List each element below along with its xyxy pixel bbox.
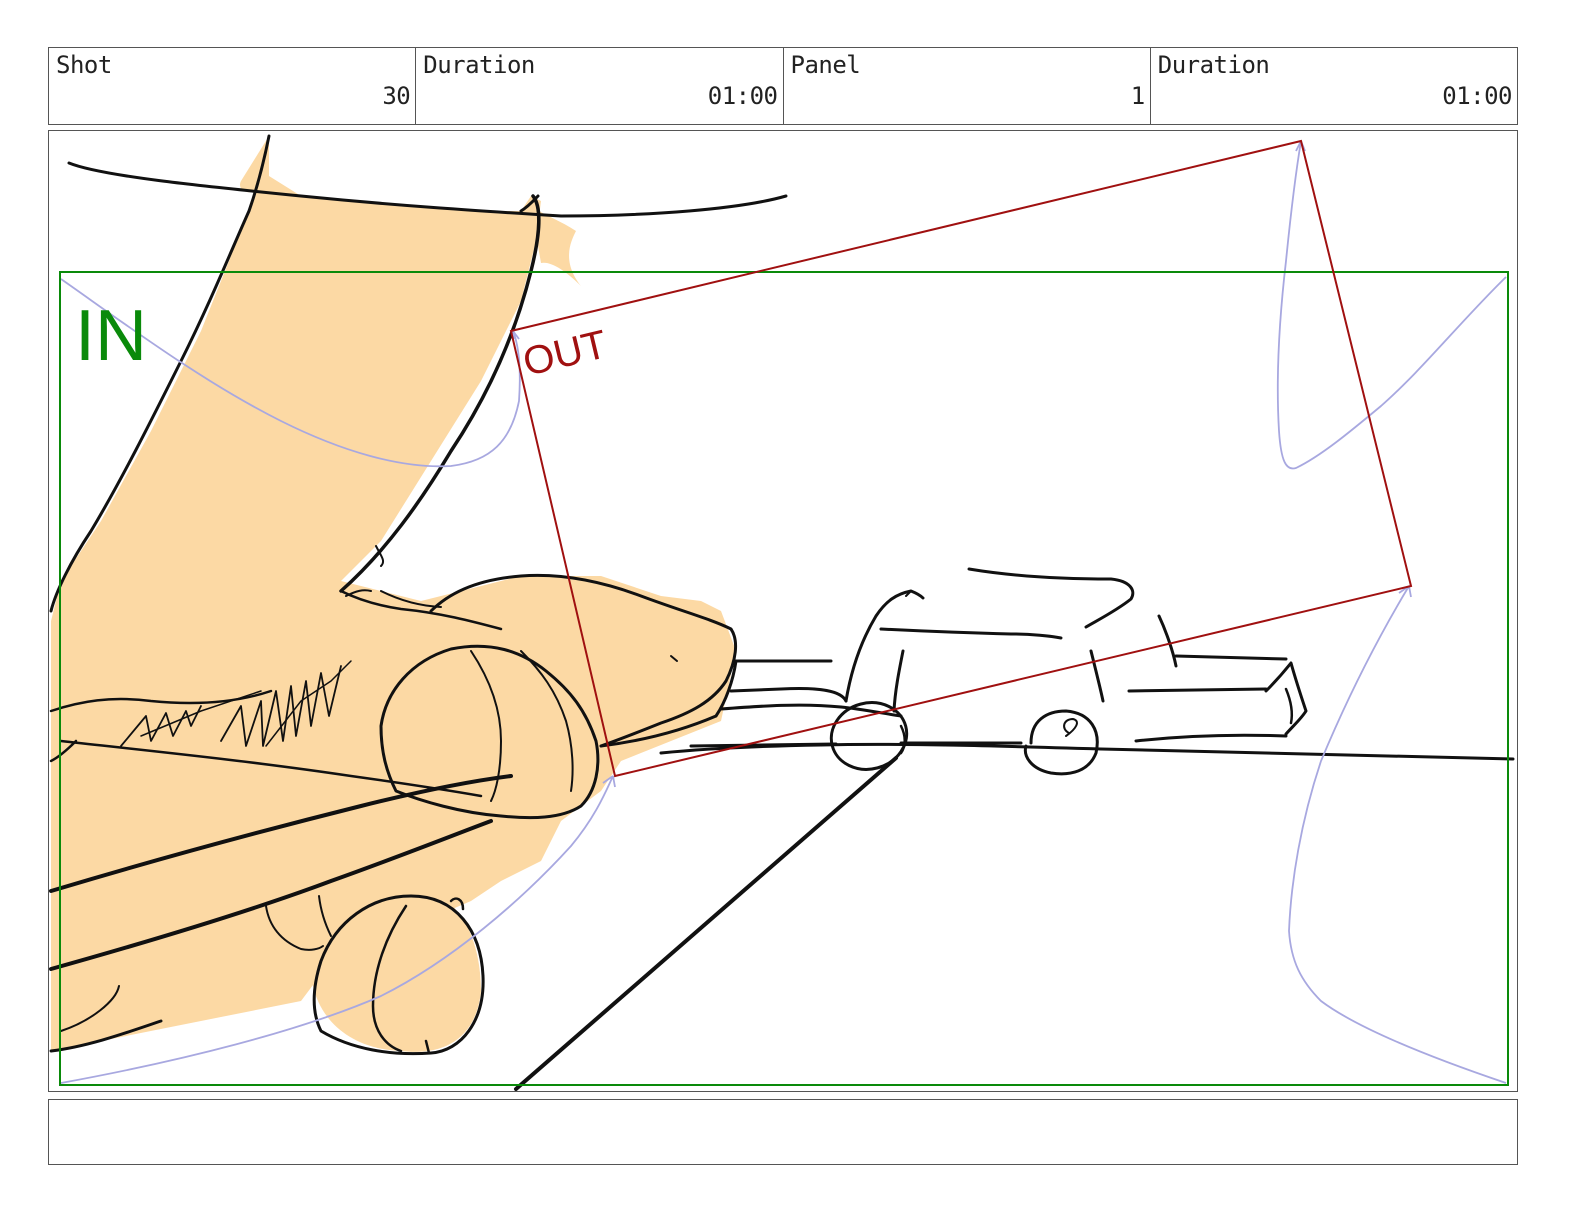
shot-value: 30 <box>382 82 411 110</box>
panel-header: Shot 30 Duration 01:00 Panel 1 Duration … <box>48 47 1518 125</box>
notes-area[interactable] <box>48 1099 1518 1165</box>
shot-duration-value: 01:00 <box>707 82 778 110</box>
in-label: IN <box>75 296 147 376</box>
panel-duration-label: Duration <box>1157 51 1270 79</box>
panel-label: Panel <box>790 51 861 79</box>
panel-cell[interactable]: Panel 1 <box>784 48 1151 124</box>
panel-duration-cell[interactable]: Duration 01:00 <box>1151 48 1517 124</box>
storyboard-panel[interactable]: IN OUT <box>48 130 1518 1092</box>
panel-value: 1 <box>1130 82 1145 110</box>
panel-duration-value: 01:00 <box>1442 82 1512 110</box>
shot-cell[interactable]: Shot 30 <box>49 48 417 124</box>
shot-duration-cell[interactable]: Duration 01:00 <box>416 48 784 124</box>
shot-label: Shot <box>56 51 112 79</box>
out-label: OUT <box>519 322 611 384</box>
sketch-canvas[interactable]: IN OUT <box>49 131 1518 1092</box>
shot-duration-label: Duration <box>423 51 535 79</box>
